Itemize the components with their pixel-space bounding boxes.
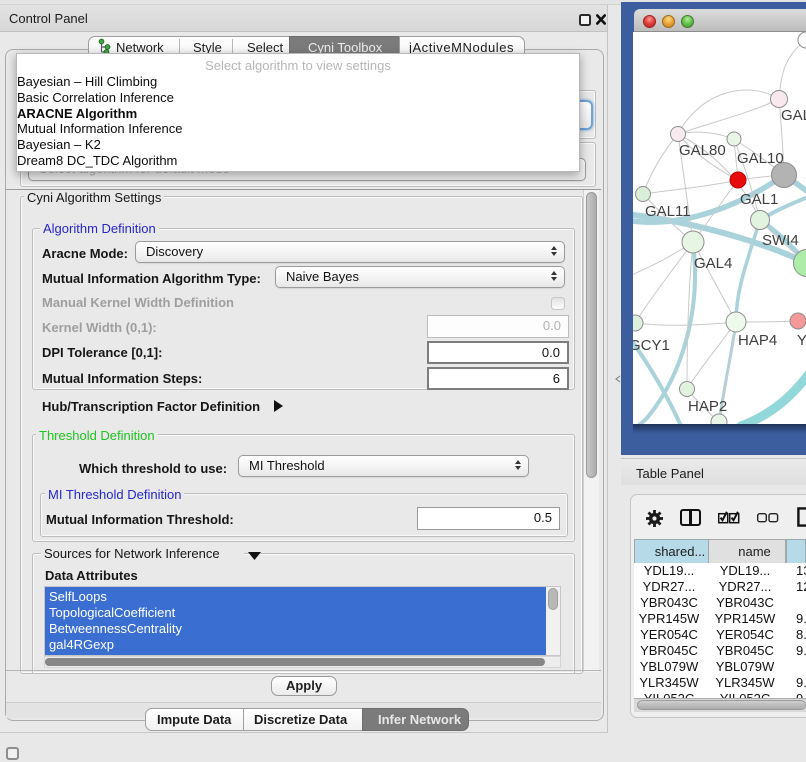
- svg-text:GCY1: GCY1: [633, 337, 670, 354]
- svg-text:GAL1: GAL1: [740, 191, 778, 208]
- svg-text:HAP4: HAP4: [738, 332, 777, 349]
- svg-text:GAL80: GAL80: [679, 142, 726, 159]
- svg-text:GAL10: GAL10: [737, 150, 784, 167]
- svg-text:SWI4: SWI4: [762, 232, 799, 249]
- svg-text:HAP2: HAP2: [688, 398, 727, 415]
- svg-text:GAL7: GAL7: [781, 107, 806, 124]
- svg-text:GAL11: GAL11: [645, 203, 691, 220]
- svg-text:Y: Y: [797, 332, 806, 349]
- svg-text:GAL4: GAL4: [694, 255, 732, 272]
